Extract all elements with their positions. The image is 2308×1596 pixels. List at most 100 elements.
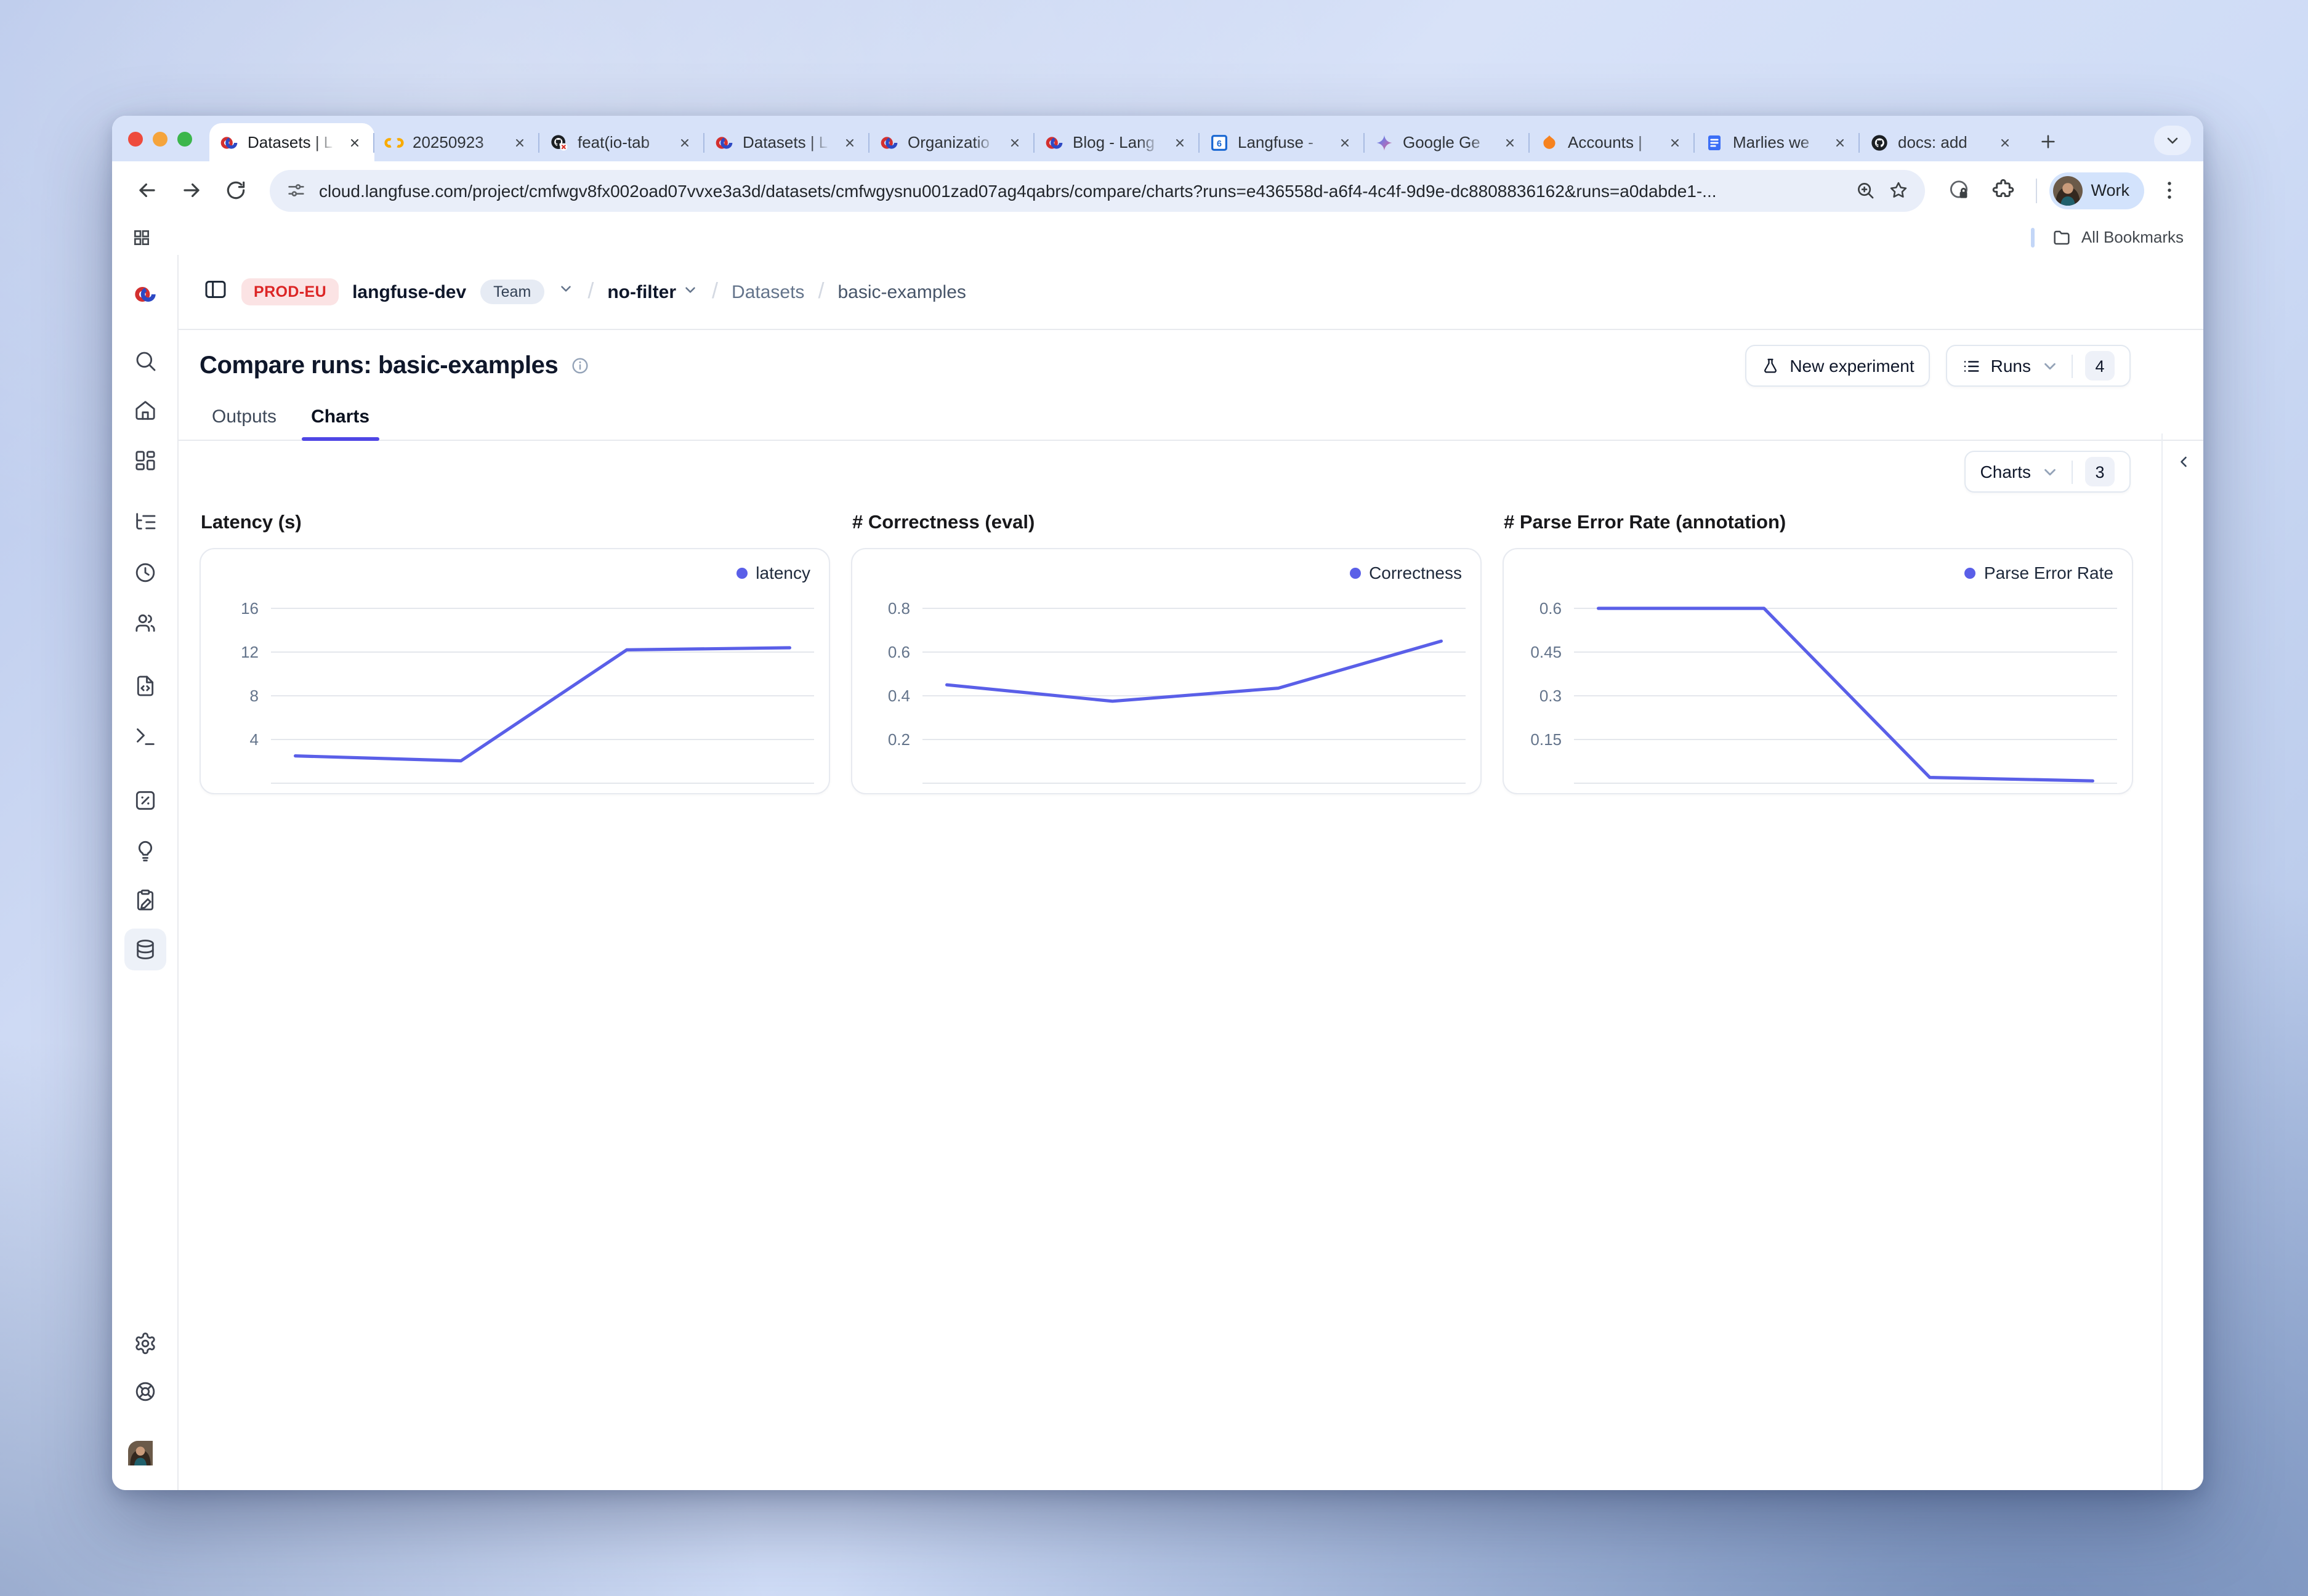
- sidebar-item-annotation[interactable]: [124, 879, 166, 921]
- legend-dot: [736, 567, 747, 578]
- tab-close-icon[interactable]: [1995, 132, 2015, 152]
- breadcrumb-separator: /: [712, 278, 718, 304]
- new-experiment-button[interactable]: New experiment: [1745, 345, 1930, 387]
- back-button[interactable]: [127, 171, 166, 210]
- new-experiment-label: New experiment: [1790, 356, 1914, 376]
- organization-name[interactable]: langfuse-dev: [352, 281, 466, 302]
- reload-button[interactable]: [216, 171, 255, 210]
- browser-tab[interactable]: Organizatio: [870, 123, 1035, 161]
- chart-legend: Parse Error Rate: [1964, 563, 2113, 582]
- tab-close-icon[interactable]: [840, 132, 860, 152]
- tab-title: Google Ge: [1403, 133, 1491, 151]
- password-manager-icon[interactable]: [1939, 171, 1979, 210]
- sidebar-item-prompts[interactable]: [124, 665, 166, 707]
- browser-tab[interactable]: Blog - Lang: [1035, 123, 1200, 161]
- address-bar[interactable]: cloud.langfuse.com/project/cmfwgv8fx002o…: [270, 169, 1924, 211]
- tab-close-icon[interactable]: [1830, 132, 1850, 152]
- sidebar-item-insights[interactable]: [124, 830, 166, 872]
- runs-dropdown-button[interactable]: Runs 4: [1947, 345, 2131, 387]
- tab-favicon-colab-icon: [384, 132, 404, 152]
- toolbar-divider: [2035, 178, 2036, 203]
- search-icon: [132, 349, 157, 373]
- browser-tab[interactable]: 20250923: [374, 123, 539, 161]
- dashboard-icon: [132, 448, 157, 473]
- tab-close-icon[interactable]: [1170, 132, 1190, 152]
- sidebar-item-evaluators[interactable]: [124, 780, 166, 821]
- charts-content: Charts 3 Latency (s)latency481216# Corre…: [179, 433, 2203, 1490]
- tab-close-icon[interactable]: [1335, 132, 1355, 152]
- plus-icon: [2040, 133, 2057, 150]
- runs-count-badge: 4: [2085, 351, 2115, 381]
- tab-close-icon[interactable]: [510, 132, 530, 152]
- all-bookmarks-button[interactable]: All Bookmarks: [2052, 227, 2184, 247]
- browser-tab[interactable]: Google Ge: [1365, 123, 1530, 161]
- forward-button[interactable]: [171, 171, 211, 210]
- project-switcher[interactable]: no-filter: [607, 281, 698, 302]
- page-info-icon[interactable]: [570, 356, 590, 376]
- charts-dropdown-button[interactable]: Charts 3: [1964, 451, 2131, 493]
- tab-title: Marlies we: [1733, 133, 1822, 151]
- sidebar-item-playground[interactable]: [124, 715, 166, 757]
- chevron-down-icon: [2165, 133, 2180, 148]
- breadcrumb-separator: /: [818, 278, 824, 304]
- line-chart: 0.150.30.450.6: [1504, 549, 2132, 793]
- breadcrumb-datasets-link[interactable]: Datasets: [732, 281, 804, 302]
- collapse-panel-button[interactable]: [2169, 448, 2197, 475]
- svg-text:0.45: 0.45: [1530, 643, 1562, 661]
- chevron-down-icon: [682, 281, 698, 297]
- sidebar-item-support[interactable]: [124, 1371, 166, 1413]
- browser-tab[interactable]: Datasets | L: [209, 123, 374, 161]
- insights-icon: [132, 839, 157, 863]
- sidebar-item-datasets[interactable]: [124, 929, 166, 970]
- chart-card: Correctness0.20.40.60.8: [851, 548, 1482, 794]
- sidebar-item-search[interactable]: [124, 340, 166, 382]
- browser-tab[interactable]: feat(io-tab: [539, 123, 704, 161]
- zoom-in-icon[interactable]: [1854, 180, 1875, 201]
- bookmark-star-icon[interactable]: [1887, 180, 1908, 201]
- tab-favicon-gemini-icon: [1374, 132, 1394, 152]
- sidebar-item-sessions[interactable]: [124, 552, 166, 594]
- org-switcher-chevron[interactable]: [558, 281, 574, 303]
- all-bookmarks-label: All Bookmarks: [2081, 228, 2184, 246]
- profile-avatar: [2052, 175, 2082, 205]
- sidebar-item-settings[interactable]: [124, 1323, 166, 1364]
- langfuse-logo[interactable]: [132, 282, 157, 307]
- new-tab-button[interactable]: [2032, 126, 2064, 158]
- sidebar-item-dashboard[interactable]: [124, 440, 166, 482]
- browser-profile-chip[interactable]: Work: [2049, 172, 2144, 209]
- tab-close-icon[interactable]: [675, 132, 695, 152]
- browser-tab[interactable]: Accounts |: [1530, 123, 1695, 161]
- browser-tab[interactable]: Datasets | L: [704, 123, 870, 161]
- zoom-window-button[interactable]: [177, 131, 192, 146]
- charts-grid: Latency (s)latency481216# Correctness (e…: [179, 493, 2203, 794]
- tab-close-icon[interactable]: [1665, 132, 1685, 152]
- sidebar-toggle-button[interactable]: [203, 276, 228, 307]
- list-icon: [1963, 357, 1981, 375]
- browser-menu-button[interactable]: [2149, 171, 2189, 210]
- charts-toolbar: Charts 3: [179, 433, 2203, 493]
- close-window-button[interactable]: [128, 131, 143, 146]
- tab-close-icon[interactable]: [345, 132, 365, 152]
- browser-tab[interactable]: docs: add: [1860, 123, 2025, 161]
- datasets-icon: [132, 937, 157, 962]
- tab-close-icon[interactable]: [1005, 132, 1025, 152]
- reload-icon: [224, 179, 247, 202]
- apps-grid-icon[interactable]: [132, 227, 151, 247]
- browser-tab[interactable]: 6Langfuse -: [1200, 123, 1365, 161]
- chart-legend: latency: [736, 563, 810, 582]
- chart-section: # Parse Error Rate (annotation)Parse Err…: [1503, 512, 2133, 794]
- browser-tab[interactable]: Marlies we: [1695, 123, 1860, 161]
- tab-list-button[interactable]: [2154, 126, 2191, 155]
- home-icon: [132, 398, 157, 422]
- site-settings-icon[interactable]: [286, 180, 307, 201]
- user-avatar[interactable]: [124, 1437, 166, 1479]
- extensions-button[interactable]: [1983, 171, 2023, 210]
- playground-icon: [132, 724, 157, 749]
- sidebar-item-users[interactable]: [124, 602, 166, 644]
- tab-title: Langfuse -: [1238, 133, 1326, 151]
- sidebar-item-home[interactable]: [124, 389, 166, 431]
- sidebar-item-tracing[interactable]: [124, 501, 166, 543]
- annotation-icon: [132, 888, 157, 913]
- minimize-window-button[interactable]: [153, 131, 167, 146]
- tab-close-icon[interactable]: [1500, 132, 1520, 152]
